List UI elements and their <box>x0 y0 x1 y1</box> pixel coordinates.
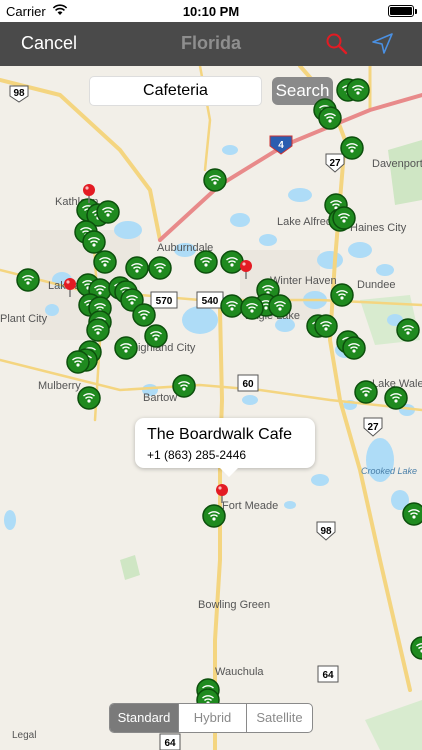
place-label: Fort Meade <box>222 500 279 512</box>
cafe-marker-icon[interactable] <box>396 318 420 342</box>
cafe-marker-icon[interactable] <box>340 136 364 160</box>
cafe-marker-icon[interactable] <box>318 106 342 130</box>
shield-60-label: 60 <box>242 379 254 390</box>
map-type-segmented-control: Standard Hybrid Satellite <box>109 703 313 733</box>
callout-tail <box>219 467 239 477</box>
cafe-marker-icon[interactable] <box>384 386 408 410</box>
place-label: Wauchula <box>215 666 264 678</box>
cafe-marker-icon[interactable] <box>203 168 227 192</box>
cafe-marker-icon[interactable] <box>86 318 110 342</box>
nav-bar: Cancel Florida <box>0 22 422 66</box>
shield-64b-label: 64 <box>164 738 176 749</box>
cafe-marker-icon[interactable] <box>148 256 172 280</box>
cafe-marker-icon[interactable] <box>16 268 40 292</box>
map-type-standard[interactable]: Standard <box>110 704 178 732</box>
cafe-marker-icon[interactable] <box>314 314 338 338</box>
cafe-marker-icon[interactable] <box>96 200 120 224</box>
cafe-marker-icon[interactable] <box>144 324 168 348</box>
place-label: Davenport <box>372 158 422 170</box>
nav-title: Florida <box>180 33 241 53</box>
red-pin-icon[interactable] <box>63 277 77 297</box>
place-label: Dundee <box>357 279 396 291</box>
status-bar: Carrier 10:10 PM <box>0 0 422 22</box>
shield-570-label: 570 <box>156 296 173 307</box>
shield-64-label: 64 <box>322 670 334 681</box>
location-arrow-icon[interactable] <box>370 31 396 57</box>
cafe-marker-icon[interactable] <box>342 336 366 360</box>
legal-link[interactable]: Legal <box>12 730 36 741</box>
place-label: Lake Alfred <box>277 216 333 228</box>
cafe-marker-icon[interactable] <box>346 78 370 102</box>
callout-phone[interactable]: +1 (863) 285-2446 <box>147 448 246 462</box>
place-label: Bowling Green <box>198 599 271 611</box>
shield-98-label: 98 <box>13 88 25 99</box>
shield-4-label: 4 <box>278 140 284 151</box>
cafe-marker-icon[interactable] <box>410 636 422 660</box>
place-callout[interactable]: The Boardwalk Cafe +1 (863) 285-2446 <box>135 418 315 477</box>
cafe-marker-icon[interactable] <box>194 250 218 274</box>
cafe-marker-icon[interactable] <box>77 386 101 410</box>
cafe-marker-icon[interactable] <box>332 206 356 230</box>
callout-place-name: The Boardwalk Cafe <box>147 426 292 443</box>
place-label: Mulberry <box>38 380 81 392</box>
cafe-marker-icon[interactable] <box>402 502 422 526</box>
red-pin-icon[interactable] <box>239 259 253 279</box>
map-type-hybrid[interactable]: Hybrid <box>179 704 246 732</box>
cafe-marker-icon[interactable] <box>240 296 264 320</box>
cafe-marker-icon[interactable] <box>172 374 196 398</box>
place-label: Haines City <box>350 222 407 234</box>
shield-98b-label: 98 <box>320 526 332 537</box>
cafe-marker-icon[interactable] <box>93 250 117 274</box>
shield-27b-label: 27 <box>367 422 379 433</box>
cafe-marker-icon[interactable] <box>354 380 378 404</box>
place-label: Crooked Lake <box>361 466 418 476</box>
search-input[interactable] <box>89 76 262 106</box>
red-pin-icon[interactable] <box>215 483 229 503</box>
search-icon[interactable] <box>324 31 350 57</box>
cafe-marker-icon[interactable] <box>114 336 138 360</box>
battery-icon <box>388 5 417 17</box>
place-label: Plant City <box>0 313 48 325</box>
cafe-marker-icon[interactable] <box>330 283 354 307</box>
shield-540-label: 540 <box>202 296 219 307</box>
clock: 10:10 PM <box>182 4 240 19</box>
cafe-marker-icon[interactable] <box>268 294 292 318</box>
map-type-satellite[interactable]: Satellite <box>247 704 312 732</box>
cafe-marker-icon[interactable] <box>202 504 226 528</box>
cafe-marker-icon[interactable] <box>66 350 90 374</box>
red-pin-icon[interactable] <box>82 183 96 203</box>
